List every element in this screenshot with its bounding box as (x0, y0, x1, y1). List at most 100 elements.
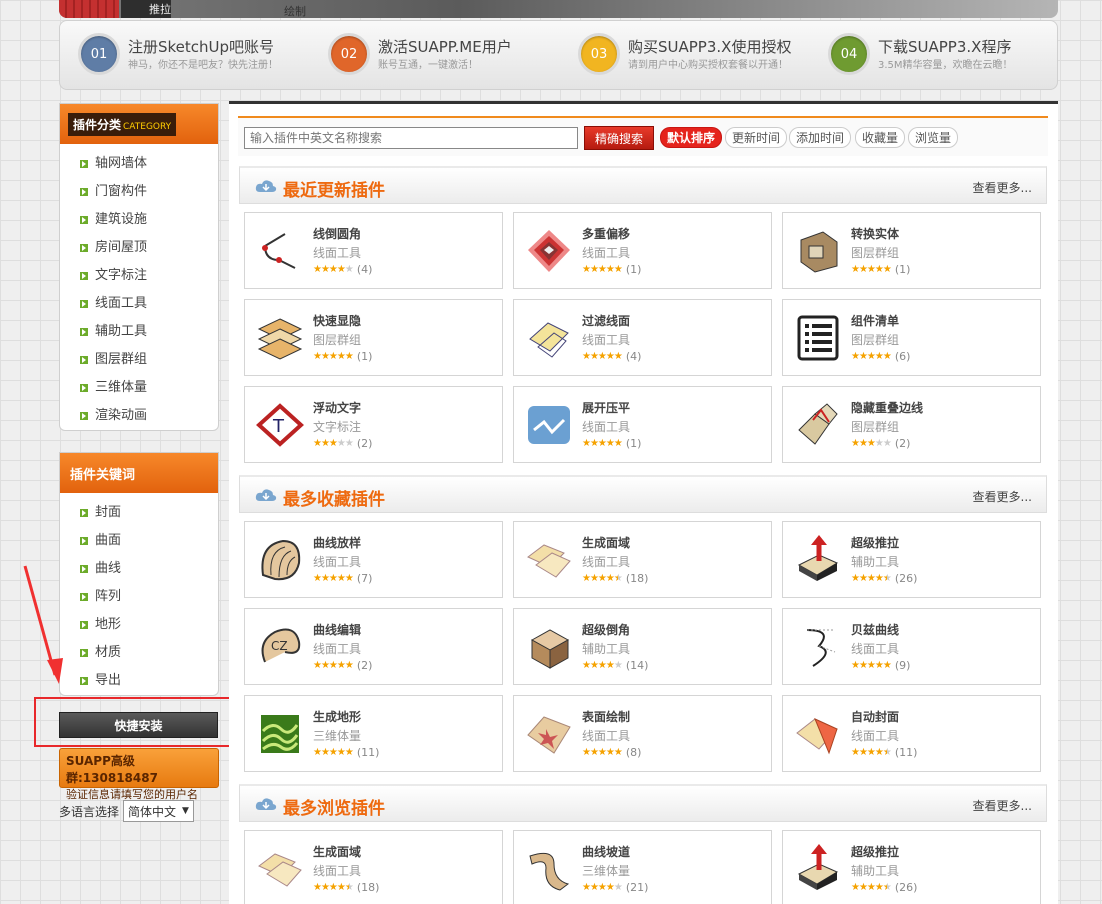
plugin-name[interactable]: 曲线放样 (313, 534, 361, 551)
sort-default-tab[interactable]: 默认排序 (660, 127, 723, 148)
plugin-name[interactable]: 生成面域 (313, 843, 361, 860)
fillet-line-icon[interactable] (255, 226, 305, 276)
plugin-name[interactable]: 过滤线面 (582, 312, 630, 329)
sort-update-tab[interactable]: 更新时间 (725, 127, 788, 148)
curve-ramp-icon[interactable] (524, 844, 574, 894)
plugin-name[interactable]: 曲线坡道 (582, 843, 630, 860)
plugin-name[interactable]: 贝兹曲线 (851, 621, 899, 638)
auto-face-icon[interactable] (793, 709, 843, 759)
keyword-item[interactable]: 导出 (80, 667, 218, 695)
plugin-rating: ★★★★★ (26) (851, 881, 917, 894)
sort-views-tab[interactable]: 浏览量 (908, 127, 959, 148)
plugin-card[interactable]: 超级推拉辅助工具 ★★★★★ (26) (782, 830, 1041, 904)
sort-added-tab[interactable]: 添加时间 (789, 127, 852, 148)
plugin-card[interactable]: 快速显隐 图层群组 ★★★★★ (1) (244, 299, 503, 376)
plugin-card[interactable]: 生成面域 线面工具 ★★★★★ (18) (513, 521, 772, 598)
plugin-card[interactable]: 转换实体 图层群组 ★★★★★ (1) (782, 212, 1041, 289)
plugin-name[interactable]: 曲线编辑 (313, 621, 361, 638)
view-more-link[interactable]: 查看更多... (973, 797, 1032, 814)
plugin-card[interactable]: 多重偏移 线面工具 ★★★★★ (1) (513, 212, 772, 289)
plugin-name[interactable]: 展开压平 (582, 399, 630, 416)
language-select[interactable]: 简体中文 ▼ (123, 800, 194, 822)
floating-text-icon[interactable]: T (255, 400, 305, 450)
search-button[interactable]: 精确搜索 (584, 126, 654, 150)
plugin-name[interactable]: 快速显隐 (313, 312, 361, 329)
plugin-name[interactable]: 转换实体 (851, 225, 899, 242)
category-item[interactable]: 辅助工具 (80, 318, 218, 346)
plugin-card[interactable]: CZ 曲线编辑 线面工具 ★★★★★ (2) (244, 608, 503, 685)
curve-edit-icon[interactable]: CZ (255, 622, 305, 672)
plugin-card[interactable]: 表面绘制 线面工具 ★★★★★ (8) (513, 695, 772, 772)
make-faces-icon[interactable] (255, 844, 305, 894)
bezier-curve-icon[interactable] (793, 622, 843, 672)
keyword-item[interactable]: 曲线 (80, 555, 218, 583)
plugin-card[interactable]: 线倒圆角 线面工具 ★★★★★ (4) (244, 212, 503, 289)
plugin-name[interactable]: 线倒圆角 (313, 225, 361, 242)
surface-draw-icon[interactable] (524, 709, 574, 759)
step-title: 下载SUAPP3.X程序 (878, 38, 1012, 56)
layers-toggle-icon[interactable] (255, 313, 305, 363)
plugin-card[interactable]: T 浮动文字 文字标注 ★★★★★ (2) (244, 386, 503, 463)
plugin-name[interactable]: 自动封面 (851, 708, 899, 725)
plugin-name[interactable]: 超级推拉 (851, 843, 899, 860)
plugin-card[interactable]: 隐藏重叠边线 图层群组 ★★★★★ (2) (782, 386, 1041, 463)
category-item[interactable]: 文字标注 (80, 262, 218, 290)
plugin-card[interactable]: 曲线放样 线面工具 ★★★★★ (7) (244, 521, 503, 598)
section-header: 最近更新插件 查看更多... (239, 166, 1047, 204)
arrow-bullet-icon (80, 272, 88, 280)
plugin-card[interactable]: 生成地形 三维体量 ★★★★★ (11) (244, 695, 503, 772)
sort-favorites-tab[interactable]: 收藏量 (855, 127, 906, 148)
keyword-item[interactable]: 阵列 (80, 583, 218, 611)
qq-group-banner[interactable]: SUAPP高级群:130818487 验证信息请填写您的用户名 (59, 748, 219, 801)
component-list-icon[interactable] (793, 313, 843, 363)
plugin-name[interactable]: 生成地形 (313, 708, 361, 725)
super-pushpull-icon[interactable] (793, 844, 843, 894)
category-item[interactable]: 门窗构件 (80, 178, 218, 206)
plugin-name[interactable]: 组件清单 (851, 312, 899, 329)
hide-overlap-edges-icon[interactable] (793, 400, 843, 450)
keyword-item[interactable]: 地形 (80, 611, 218, 639)
plugin-card[interactable]: 自动封面 线面工具 ★★★★★ (11) (782, 695, 1041, 772)
keyword-item[interactable]: 封面 (80, 499, 218, 527)
plugin-name[interactable]: 浮动文字 (313, 399, 361, 416)
super-bevel-icon[interactable] (524, 622, 574, 672)
star-rating-icon: ★★★★★ (313, 351, 354, 362)
view-more-link[interactable]: 查看更多... (973, 488, 1032, 505)
category-item[interactable]: 房间屋顶 (80, 234, 218, 262)
plugin-card[interactable]: 超级推拉 辅助工具 ★★★★★ (26) (782, 521, 1041, 598)
plugin-name[interactable]: 超级推拉 (851, 534, 899, 551)
cloud-download-icon (255, 180, 277, 192)
plugin-card[interactable]: 展开压平 线面工具 ★★★★★ (1) (513, 386, 772, 463)
plugin-name[interactable]: 生成面域 (582, 534, 630, 551)
plugin-card[interactable]: 贝兹曲线 线面工具 ★★★★★ (9) (782, 608, 1041, 685)
category-item[interactable]: 轴网墙体 (80, 150, 218, 178)
keyword-item[interactable]: 材质 (80, 639, 218, 667)
category-item[interactable]: 渲染动画 (80, 402, 218, 430)
category-item[interactable]: 图层群组 (80, 346, 218, 374)
quick-install-button[interactable]: 快捷安装 (59, 712, 218, 738)
plugin-name[interactable]: 超级倒角 (582, 621, 630, 638)
convert-solid-icon[interactable] (793, 226, 843, 276)
unfold-flatten-icon[interactable] (524, 400, 574, 450)
terrain-icon[interactable] (255, 709, 305, 759)
plugin-card[interactable]: 曲线坡道 三维体量 ★★★★★ (21) (513, 830, 772, 904)
category-item[interactable]: 建筑设施 (80, 206, 218, 234)
plugin-name[interactable]: 隐藏重叠边线 (851, 399, 923, 416)
plugin-card[interactable]: 过滤线面 线面工具 ★★★★★ (4) (513, 299, 772, 376)
search-input[interactable] (244, 127, 578, 149)
plugin-category: 辅助工具 (851, 864, 900, 878)
keyword-item[interactable]: 曲面 (80, 527, 218, 555)
plugin-card[interactable]: 生成面域 线面工具 ★★★★★ (18) (244, 830, 503, 904)
multi-offset-icon[interactable] (524, 226, 574, 276)
view-more-link[interactable]: 查看更多... (973, 179, 1032, 196)
plugin-name[interactable]: 多重偏移 (582, 225, 630, 242)
category-item[interactable]: 三维体量 (80, 374, 218, 402)
plugin-card[interactable]: 组件清单 图层群组 ★★★★★ (6) (782, 299, 1041, 376)
super-pushpull-icon[interactable] (793, 535, 843, 585)
make-faces-icon[interactable] (524, 535, 574, 585)
plugin-card[interactable]: 超级倒角 辅助工具 ★★★★★ (14) (513, 608, 772, 685)
curve-loft-icon[interactable] (255, 535, 305, 585)
filter-faces-icon[interactable] (524, 313, 574, 363)
plugin-name[interactable]: 表面绘制 (582, 708, 630, 725)
category-item[interactable]: 线面工具 (80, 290, 218, 318)
